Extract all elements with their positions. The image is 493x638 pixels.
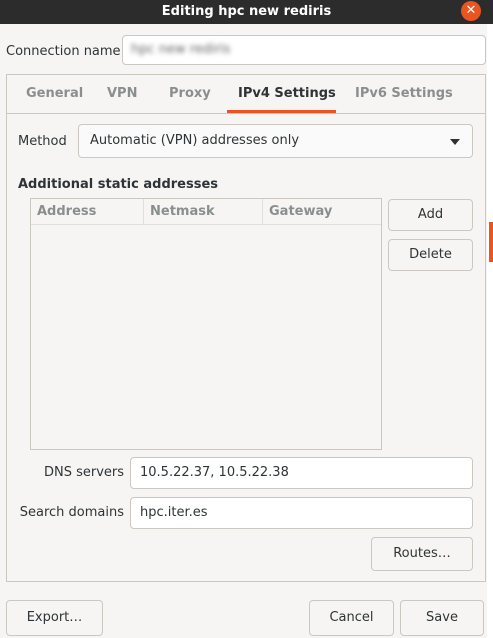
cancel-button[interactable]: Cancel <box>309 600 394 636</box>
add-button[interactable]: Add <box>388 199 473 231</box>
delete-button[interactable]: Delete <box>388 239 473 271</box>
column-header-gateway[interactable]: Gateway <box>263 199 381 224</box>
tab-bar: General VPN Proxy IPv4 Settings IPv6 Set… <box>7 75 485 114</box>
close-icon: ✕ <box>465 3 477 18</box>
method-dropdown[interactable]: Automatic (VPN) addresses only <box>78 124 473 158</box>
method-value: Automatic (VPN) addresses only <box>90 133 300 148</box>
window-title: Editing hpc new rediris <box>161 4 332 19</box>
close-button[interactable]: ✕ <box>461 1 481 21</box>
connection-name-value: hpc new rediris <box>131 42 231 57</box>
tab-general[interactable]: General <box>26 86 83 101</box>
search-domains-label: Search domains <box>19 505 124 520</box>
save-button[interactable]: Save <box>400 600 484 636</box>
connection-name-label: Connection name <box>6 44 121 59</box>
static-addresses-title: Additional static addresses <box>18 177 219 192</box>
connection-name-input[interactable]: hpc new rediris <box>122 35 486 65</box>
dns-servers-value: 10.5.22.37, 10.5.22.38 <box>140 465 289 480</box>
search-domains-value: hpc.iter.es <box>140 505 208 520</box>
static-addresses-table[interactable]: Address Netmask Gateway <box>30 198 382 450</box>
tab-proxy[interactable]: Proxy <box>169 86 211 101</box>
column-header-netmask[interactable]: Netmask <box>144 199 263 224</box>
title-bar: Editing hpc new rediris ✕ <box>0 0 493 24</box>
tab-ipv6-settings[interactable]: IPv6 Settings <box>355 86 453 101</box>
chevron-down-icon <box>450 139 460 145</box>
routes-button[interactable]: Routes… <box>371 537 473 571</box>
column-header-address[interactable]: Address <box>31 199 144 224</box>
background-accent <box>489 222 493 262</box>
tab-vpn[interactable]: VPN <box>107 86 137 101</box>
dns-servers-label: DNS servers <box>43 465 124 480</box>
header-divider <box>31 224 381 225</box>
dns-servers-input[interactable]: 10.5.22.37, 10.5.22.38 <box>130 457 473 489</box>
active-tab-indicator <box>227 110 336 113</box>
export-button[interactable]: Export… <box>6 600 103 636</box>
method-label: Method <box>18 134 67 149</box>
background-window-edge <box>487 24 493 638</box>
tab-ipv4-settings[interactable]: IPv4 Settings <box>238 86 336 101</box>
search-domains-input[interactable]: hpc.iter.es <box>130 497 473 529</box>
